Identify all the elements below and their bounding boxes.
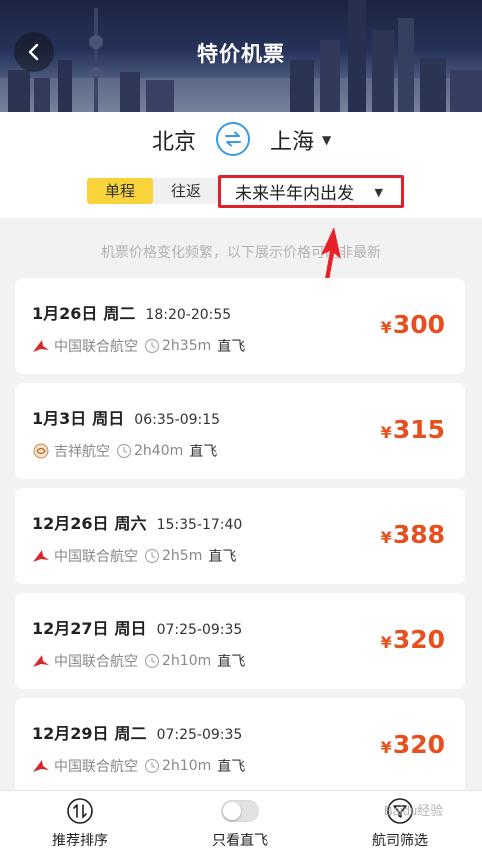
flight-date: 12月26日	[32, 514, 109, 533]
clock-icon	[144, 338, 160, 354]
direct-flight-label: 直飞	[208, 549, 237, 565]
flight-price: ¥300	[381, 310, 445, 339]
flight-weekday: 周二	[114, 724, 147, 743]
airline-name: 中国联合航空	[54, 654, 138, 670]
flight-card[interactable]: 1月26日 周二 18:20-20:55 中国联合航空 2h35m 直飞 ¥30…	[15, 278, 465, 374]
flight-date: 1月3日	[32, 409, 87, 428]
flight-weekday: 周日	[92, 409, 125, 428]
date-range-label: 未来半年内出发	[235, 184, 354, 204]
flight-price: ¥320	[381, 625, 445, 654]
flight-time: 06:35-09:15	[134, 412, 221, 428]
price-value: 315	[392, 415, 445, 444]
airline-filter-button[interactable]: 航司筛选	[340, 797, 460, 850]
currency-symbol: ¥	[380, 738, 392, 757]
departure-date-range-select[interactable]: 未来半年内出发 ▼	[218, 175, 404, 208]
bottom-toolbar: 推荐排序 只看直飞 航司筛选	[0, 790, 482, 854]
route-panel: 北京 上海 ▼ 单程 往返 未来半年内出发 ▼	[0, 112, 482, 218]
arrival-city-select[interactable]: 上海 ▼	[270, 124, 331, 156]
sort-icon	[67, 798, 93, 824]
caret-down-icon: ▼	[322, 133, 332, 147]
direct-flight-label: 直飞	[217, 339, 246, 355]
airline-name: 中国联合航空	[54, 339, 138, 355]
direct-only-label: 只看直飞	[212, 833, 268, 849]
departure-city[interactable]: 北京	[152, 124, 196, 156]
direct-only-toggle[interactable]: 只看直飞	[180, 797, 300, 850]
page-title: 特价机票	[197, 42, 285, 66]
flight-duration: 2h35m	[162, 338, 212, 354]
price-notice: 机票价格变化频繁，以下展示价格可能非最新	[101, 245, 381, 261]
flight-date: 1月26日	[32, 304, 98, 323]
arrival-city: 上海	[270, 130, 315, 155]
flight-card[interactable]: 12月29日 周二 07:25-09:35 中国联合航空 2h10m 直飞 ¥3…	[15, 698, 465, 794]
clock-icon	[144, 758, 160, 774]
flight-time: 07:25-09:35	[156, 727, 243, 743]
filter-icon	[387, 798, 413, 824]
airline-name: 中国联合航空	[54, 549, 138, 565]
sort-label: 推荐排序	[52, 833, 108, 849]
china-united-logo-icon	[33, 340, 49, 352]
direct-flight-label: 直飞	[189, 444, 218, 460]
clock-icon	[144, 653, 160, 669]
flight-date: 12月27日	[32, 619, 109, 638]
header-banner: 特价机票	[0, 0, 482, 112]
currency-symbol: ¥	[380, 633, 392, 652]
toggle-switch[interactable]	[221, 800, 259, 822]
flight-time: 18:20-20:55	[145, 307, 232, 323]
swap-cities-button[interactable]	[216, 122, 250, 156]
price-value: 388	[392, 520, 445, 549]
flight-price: ¥320	[381, 730, 445, 759]
china-united-logo-icon	[33, 655, 49, 667]
flight-date: 12月29日	[32, 724, 109, 743]
price-value: 300	[392, 310, 445, 339]
clock-icon	[116, 443, 132, 459]
airline-filter-label: 航司筛选	[372, 833, 428, 849]
airline-name: 中国联合航空	[54, 759, 138, 775]
flight-card[interactable]: 1月3日 周日 06:35-09:15 吉祥航空 2h40m 直飞 ¥315	[15, 383, 465, 479]
trip-type-toggle: 单程 往返	[87, 178, 219, 204]
flight-weekday: 周二	[103, 304, 136, 323]
juneyao-logo-icon	[33, 443, 49, 459]
flight-card[interactable]: 12月27日 周日 07:25-09:35 中国联合航空 2h10m 直飞 ¥3…	[15, 593, 465, 689]
currency-symbol: ¥	[380, 318, 392, 337]
china-united-logo-icon	[33, 760, 49, 772]
flight-weekday: 周六	[114, 514, 147, 533]
flight-duration: 2h10m	[162, 653, 212, 669]
flight-price: ¥388	[381, 520, 445, 549]
clock-icon	[144, 548, 160, 564]
price-value: 320	[392, 730, 445, 759]
flight-time: 07:25-09:35	[156, 622, 243, 638]
china-united-logo-icon	[33, 550, 49, 562]
currency-symbol: ¥	[380, 423, 392, 442]
tab-one-way[interactable]: 单程	[87, 178, 153, 204]
flight-price: ¥315	[381, 415, 445, 444]
sort-button[interactable]: 推荐排序	[20, 797, 140, 850]
flight-time: 15:35-17:40	[156, 517, 243, 533]
swap-arrows-icon	[225, 131, 241, 147]
caret-down-icon: ▼	[374, 186, 383, 199]
currency-symbol: ¥	[380, 528, 392, 547]
airline-name: 吉祥航空	[54, 444, 110, 460]
tab-round-trip[interactable]: 往返	[153, 178, 219, 204]
direct-flight-label: 直飞	[217, 759, 246, 775]
flight-card[interactable]: 12月26日 周六 15:35-17:40 中国联合航空 2h5m 直飞 ¥38…	[15, 488, 465, 584]
price-value: 320	[392, 625, 445, 654]
direct-flight-label: 直飞	[217, 654, 246, 670]
flight-weekday: 周日	[114, 619, 147, 638]
flight-duration: 2h10m	[162, 758, 212, 774]
flight-duration: 2h5m	[162, 548, 203, 564]
flight-duration: 2h40m	[134, 443, 184, 459]
